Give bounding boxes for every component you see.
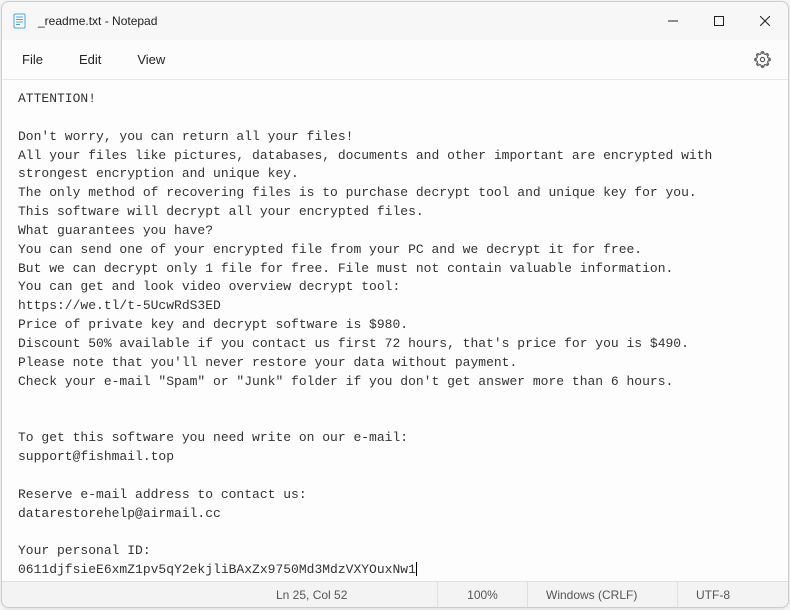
maximize-button[interactable]: [696, 2, 742, 40]
menubar: File Edit View: [2, 40, 788, 80]
minimize-button[interactable]: [650, 2, 696, 40]
status-lineending: Windows (CRLF): [528, 582, 678, 607]
window-title: _readme.txt - Notepad: [38, 14, 650, 28]
close-button[interactable]: [742, 2, 788, 40]
statusbar: Ln 25, Col 52 100% Windows (CRLF) UTF-8: [2, 581, 788, 607]
menu-view[interactable]: View: [119, 46, 183, 73]
settings-button[interactable]: [744, 42, 780, 78]
notepad-window: _readme.txt - Notepad File Edit View ATT: [1, 1, 789, 608]
titlebar[interactable]: _readme.txt - Notepad: [2, 2, 788, 40]
menu-edit[interactable]: Edit: [61, 46, 119, 73]
notepad-icon: [12, 13, 28, 29]
status-position: Ln 25, Col 52: [258, 582, 438, 607]
status-zoom[interactable]: 100%: [438, 582, 528, 607]
window-controls: [650, 2, 788, 40]
status-encoding: UTF-8: [678, 582, 788, 607]
menu-file[interactable]: File: [4, 46, 61, 73]
text-editor[interactable]: ATTENTION! Don't worry, you can return a…: [2, 80, 788, 581]
